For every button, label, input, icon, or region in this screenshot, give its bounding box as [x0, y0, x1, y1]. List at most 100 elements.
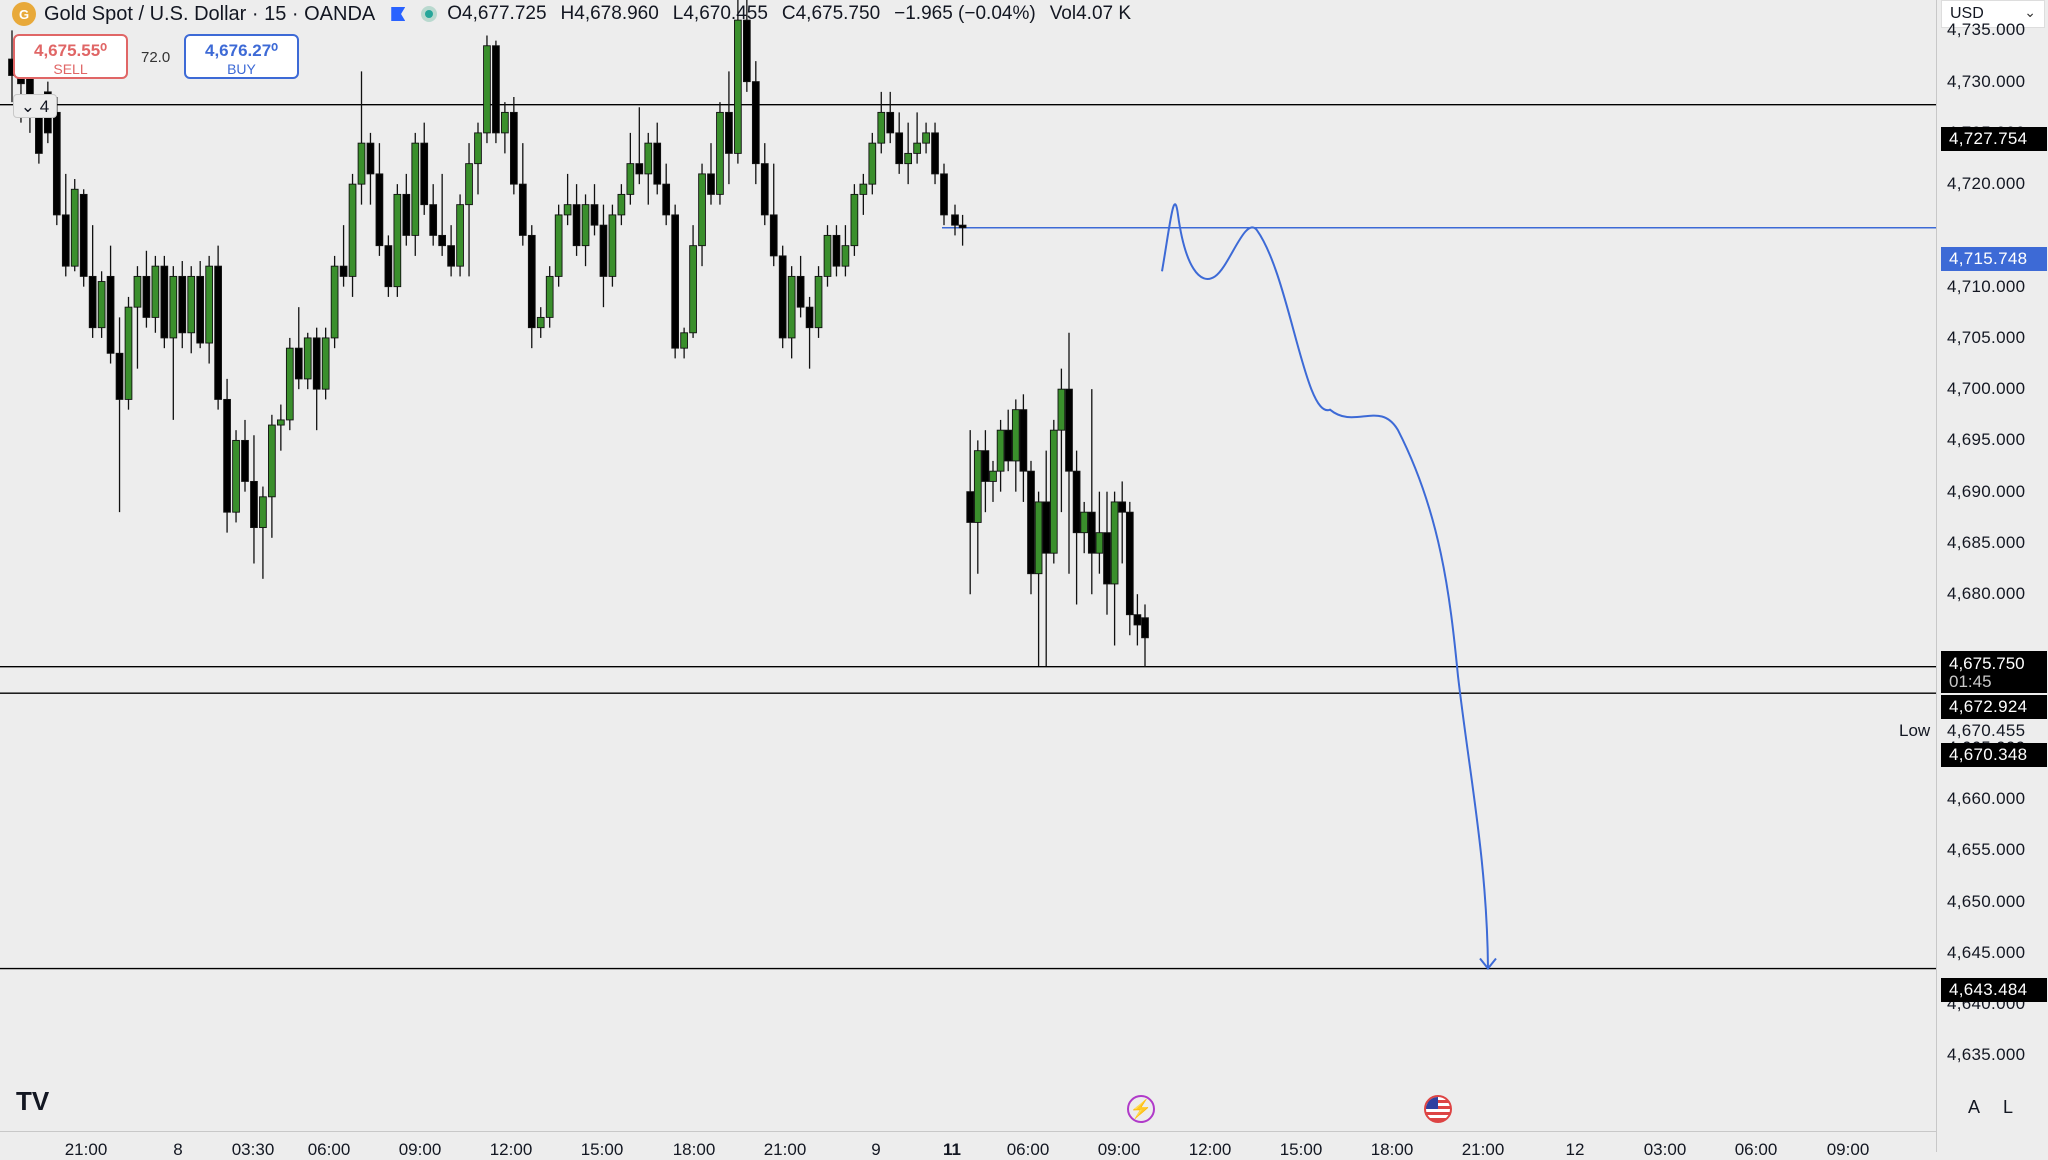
- candle-body: [501, 111, 509, 134]
- projection-drawing[interactable]: [1161, 203, 1497, 971]
- candle-body: [151, 265, 160, 318]
- time-tick: 9: [871, 1140, 881, 1159]
- candle-body: [653, 142, 662, 185]
- candle: [312, 327, 321, 431]
- candle: [805, 296, 814, 369]
- candle: [1110, 491, 1119, 646]
- candle: [474, 122, 482, 195]
- candle: [617, 184, 626, 226]
- market-status-icon[interactable]: [421, 6, 438, 22]
- candle: [1080, 501, 1089, 554]
- candle-body: [973, 450, 982, 523]
- time-axis[interactable]: 21:00 8 03:30 06:00 09:00 12:00 15:00 18:00 21:0…: [0, 1131, 1936, 1159]
- candle: [1103, 491, 1111, 615]
- candle: [1027, 460, 1035, 595]
- candle-body: [303, 337, 312, 380]
- candle-body: [742, 19, 751, 83]
- candle: [438, 173, 447, 256]
- candle-body: [707, 173, 715, 195]
- ohlc-change: −1.965 (−0.04%): [894, 3, 1036, 24]
- candle: [886, 91, 895, 144]
- candle-body: [913, 142, 921, 154]
- candle: [1125, 501, 1134, 636]
- candle: [644, 132, 653, 205]
- axis-mode-toggles: A L: [1968, 1097, 2031, 1118]
- candle-body: [805, 306, 814, 329]
- current-price: 4,675.750: [1949, 654, 2025, 673]
- candle: [411, 132, 420, 256]
- candle-body: [527, 234, 536, 329]
- price-tick: 4,655.000: [1947, 840, 2026, 860]
- symbol-title[interactable]: Gold Spot / U.S. Dollar · 15 · OANDA: [44, 3, 375, 26]
- candle-body: [635, 163, 644, 175]
- candle-body: [814, 275, 823, 329]
- time-tick: 06:00: [1734, 1140, 1778, 1159]
- candle-body: [456, 204, 464, 267]
- price-tick: 4,685.000: [1947, 532, 2026, 552]
- candle-body: [106, 275, 115, 354]
- price-tick: 4,690.000: [1947, 481, 2026, 501]
- level-label-4: 4,670.348: [1941, 743, 2047, 767]
- candle: [841, 225, 850, 277]
- candle: [447, 225, 455, 277]
- candle-body: [160, 265, 169, 339]
- time-tick: 09:00: [1826, 1140, 1870, 1159]
- candle: [751, 61, 760, 185]
- price-axis[interactable]: USD ⌄ 4,735.0004,730.0004,725.0004,720.0…: [1936, 0, 2048, 1152]
- candle: [115, 317, 124, 513]
- flag-icon[interactable]: [391, 7, 406, 21]
- candle-body: [1118, 501, 1127, 513]
- candle: [223, 378, 231, 533]
- candle-body: [931, 132, 939, 175]
- log-scale-toggle[interactable]: L: [2003, 1097, 2013, 1117]
- candle: [608, 204, 617, 287]
- candle: [465, 143, 473, 277]
- candle-body: [411, 142, 420, 236]
- indicators-collapse-button[interactable]: ⌄ 4: [13, 94, 57, 118]
- sell-button[interactable]: 4,675.55⁰ SELL: [13, 34, 128, 79]
- candle: [1072, 450, 1081, 605]
- time-tick: 12:00: [1188, 1140, 1232, 1159]
- candle-body: [285, 347, 294, 421]
- candle: [61, 173, 70, 277]
- candle-body: [1034, 501, 1043, 575]
- candle-body: [823, 234, 832, 277]
- tradingview-logo[interactable]: TV: [16, 1086, 49, 1117]
- buy-button[interactable]: 4,676.27⁰ BUY: [184, 34, 299, 79]
- us-economic-event-icon[interactable]: [1424, 1095, 1452, 1123]
- candle: [966, 430, 975, 595]
- time-tick: 21:00: [1461, 1140, 1505, 1159]
- candle-body: [734, 19, 742, 154]
- time-tick: 09:00: [1097, 1140, 1141, 1159]
- price-tick: 4,700.000: [1947, 379, 2026, 399]
- candle-body: [1027, 470, 1035, 575]
- candle: [232, 430, 240, 523]
- candle-body: [796, 275, 805, 308]
- candle: [1042, 450, 1051, 666]
- candle-body: [35, 117, 43, 154]
- time-tick: 21:00: [64, 1140, 108, 1159]
- time-tick: 15:00: [580, 1140, 624, 1159]
- lightning-event-icon[interactable]: ⚡: [1127, 1095, 1155, 1123]
- candle: [1057, 368, 1066, 513]
- candle-body: [1095, 532, 1104, 554]
- candle: [330, 255, 339, 349]
- candle-body: [492, 45, 500, 134]
- candle: [1118, 481, 1127, 564]
- candle-body: [904, 152, 913, 165]
- price-tick: 4,650.000: [1947, 891, 2026, 911]
- volume-readout: Vol4.07 K: [1049, 3, 1132, 24]
- ohlc-low: L4,670.455: [672, 3, 768, 24]
- candle: [518, 143, 527, 246]
- candle: [904, 122, 913, 185]
- candle: [285, 337, 294, 431]
- candle-body: [1057, 388, 1066, 431]
- candle: [303, 332, 312, 390]
- gold-symbol-icon[interactable]: G: [12, 2, 36, 26]
- candle: [1141, 604, 1149, 667]
- auto-scale-toggle[interactable]: A: [1968, 1097, 1980, 1117]
- candle-body: [259, 496, 267, 529]
- candle-body: [312, 337, 321, 390]
- candle-body: [922, 132, 930, 144]
- price-chart[interactable]: [0, 0, 1936, 1152]
